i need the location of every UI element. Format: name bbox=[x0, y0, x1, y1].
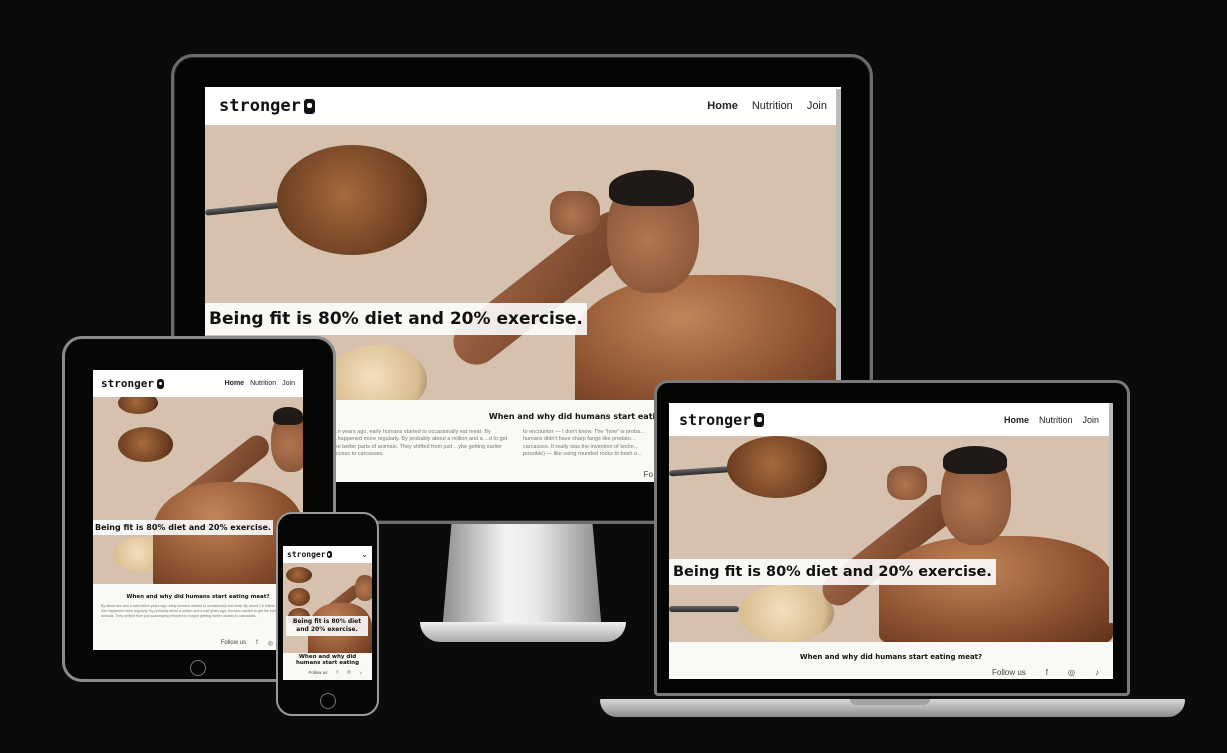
facebook-icon[interactable]: f bbox=[337, 670, 338, 675]
tablet-nav-links: Home Nutrition Join bbox=[225, 380, 295, 387]
almond-spoon bbox=[277, 145, 427, 255]
laptop-navbar: stronger Home Nutrition Join bbox=[669, 403, 1113, 436]
laptop-footer: Follow us f ◎ ♪ bbox=[669, 665, 1113, 679]
hero-caption: Being fit is 80% diet and 20% exercise. bbox=[205, 303, 587, 335]
tablet-nav-nutrition[interactable]: Nutrition bbox=[250, 380, 276, 387]
laptop-nav-links: Home Nutrition Join bbox=[1004, 415, 1103, 425]
tablet-hero-caption: Being fit is 80% diet and 20% exercise. bbox=[93, 520, 273, 535]
tablet-hero-image bbox=[93, 397, 303, 584]
laptop-article-title: When and why did humans start eating mea… bbox=[799, 653, 983, 661]
instagram-icon[interactable]: ◎ bbox=[1068, 668, 1075, 677]
laptop-scrollbar[interactable] bbox=[1109, 403, 1113, 623]
logo[interactable]: stronger bbox=[219, 96, 315, 116]
kettlebell-icon bbox=[754, 412, 765, 427]
tiktok-icon[interactable]: ♪ bbox=[360, 670, 362, 675]
kettlebell-icon bbox=[303, 98, 315, 114]
tablet-navbar: stronger Home Nutrition Join bbox=[93, 370, 303, 397]
article-column-1: ...n years ago, early humans started to … bbox=[333, 429, 508, 458]
laptop-notch bbox=[850, 699, 930, 705]
kettlebell-icon bbox=[156, 378, 164, 389]
kettlebell-icon bbox=[326, 551, 332, 558]
instagram-icon[interactable]: ◎ bbox=[347, 669, 351, 675]
navbar: stronger Home Nutrition Join bbox=[205, 87, 841, 125]
phone-hero-image bbox=[283, 563, 372, 653]
phone-logo[interactable]: stronger bbox=[287, 550, 332, 559]
nav-join[interactable]: Join bbox=[807, 100, 827, 112]
phone-article-title: When and why did humans start eating mea… bbox=[295, 654, 360, 666]
menu-toggle-icon[interactable]: ⌄ bbox=[361, 550, 368, 559]
footer-label: Fo bbox=[643, 469, 653, 479]
tablet-nav-join[interactable]: Join bbox=[282, 380, 295, 387]
tiktok-icon[interactable]: ♪ bbox=[1095, 668, 1099, 677]
laptop-footer-label: Follow us bbox=[991, 667, 1026, 677]
tablet-footer-label: Follow us bbox=[220, 640, 247, 646]
phone-logo-text: stronger bbox=[287, 550, 326, 559]
logo-text: stronger bbox=[219, 96, 301, 116]
phone-home-button[interactable] bbox=[320, 693, 336, 709]
laptop-logo[interactable]: stronger bbox=[679, 410, 765, 429]
phone-footer-label: Follow us bbox=[308, 669, 328, 675]
tablet-screen: stronger Home Nutrition Join Being fit i… bbox=[93, 370, 303, 650]
phone-footer: Follow us f ◎ ♪ bbox=[283, 667, 372, 677]
nav-nutrition[interactable]: Nutrition bbox=[752, 100, 793, 112]
phone-hero-caption: Being fit is 80% diet and 20% exercise. bbox=[286, 616, 368, 636]
tablet-nav-home[interactable]: Home bbox=[225, 380, 244, 387]
tablet-article-title: When and why did humans start eating mea… bbox=[126, 594, 270, 600]
nav-home[interactable]: Home bbox=[707, 100, 738, 112]
laptop-nav-join[interactable]: Join bbox=[1082, 415, 1099, 425]
tablet-logo-text: stronger bbox=[101, 377, 154, 390]
facebook-icon[interactable]: f bbox=[256, 640, 258, 646]
cashew-spoon bbox=[327, 345, 427, 400]
nav-links: Home Nutrition Join bbox=[707, 100, 827, 112]
phone-screen: stronger ⌄ Being fit is 80% diet and 20%… bbox=[283, 546, 372, 680]
laptop-hero-image bbox=[669, 436, 1113, 642]
laptop-nav-nutrition[interactable]: Nutrition bbox=[1039, 415, 1073, 425]
laptop-nav-home[interactable]: Home bbox=[1004, 415, 1029, 425]
scrollbar[interactable] bbox=[836, 89, 841, 389]
tablet-home-button[interactable] bbox=[190, 660, 206, 676]
facebook-icon[interactable]: f bbox=[1046, 668, 1048, 677]
instagram-icon[interactable]: ◎ bbox=[268, 640, 273, 647]
phone-navbar: stronger ⌄ bbox=[283, 546, 372, 563]
tablet-logo[interactable]: stronger bbox=[101, 377, 164, 390]
tablet-article-text: By about two and a half million years ag… bbox=[101, 604, 293, 618]
monitor-base bbox=[420, 622, 626, 642]
article-column-2: to encounter — I don't know. The "how" i… bbox=[523, 429, 645, 458]
laptop-logo-text: stronger bbox=[679, 410, 752, 429]
laptop-screen: stronger Home Nutrition Join Being fit i… bbox=[669, 403, 1113, 679]
laptop-hero-caption: Being fit is 80% diet and 20% exercise. bbox=[669, 559, 996, 585]
monitor-stand bbox=[442, 522, 602, 632]
tablet-footer: Follow us f ◎ bbox=[93, 638, 303, 648]
